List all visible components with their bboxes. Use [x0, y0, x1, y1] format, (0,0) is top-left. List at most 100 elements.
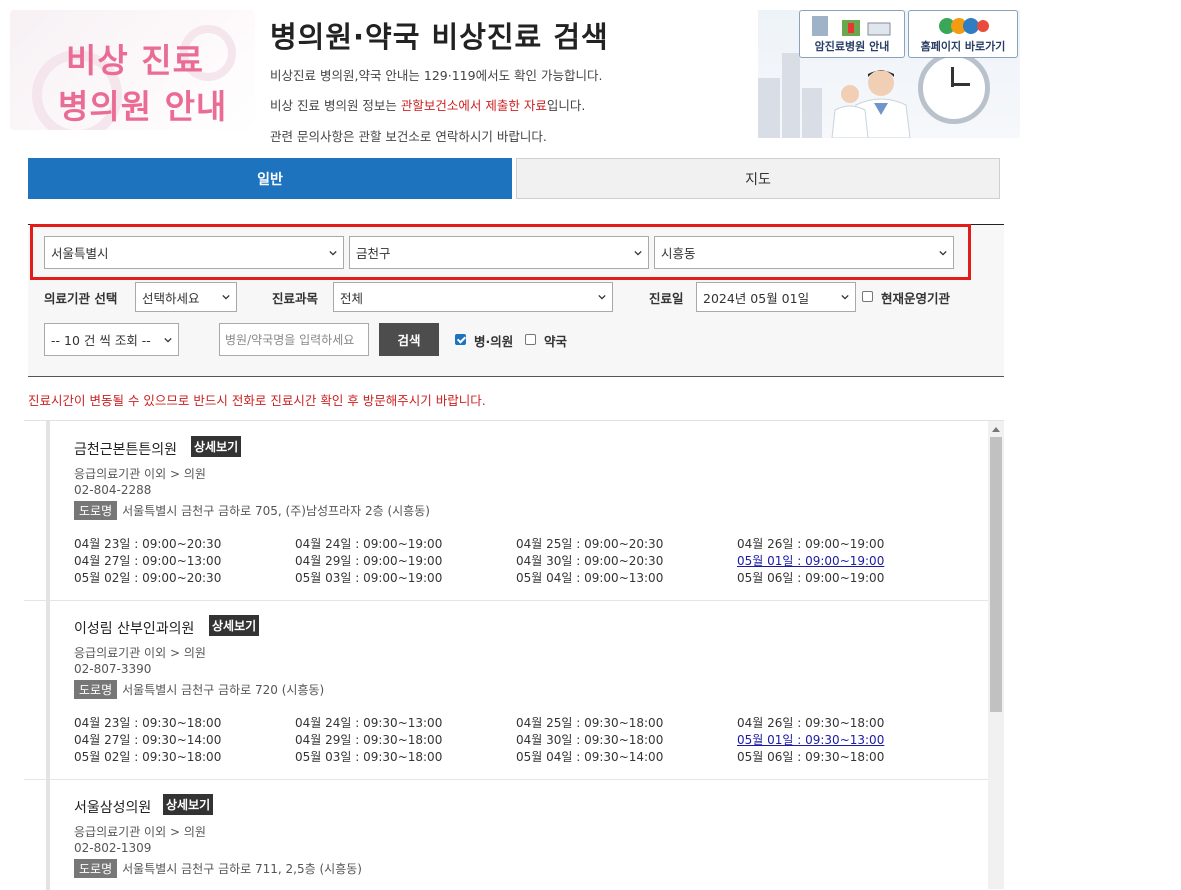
department-value: 전체 — [340, 290, 364, 306]
schedule-item: 05월 02일 : 09:00~20:30 — [74, 571, 222, 585]
scroll-up-button[interactable] — [988, 421, 1004, 437]
scrollbar-thumb[interactable] — [990, 437, 1002, 712]
schedule-item: 04월 30일 : 09:30~18:00 — [516, 733, 664, 747]
caret-up-icon — [992, 427, 1000, 432]
schedule-item: 04월 29일 : 09:00~19:00 — [295, 554, 443, 568]
schedule-item: 05월 04일 : 09:30~14:00 — [516, 750, 664, 764]
hospital-address: 도로명 서울특별시 금천구 금하로 705, (주)남성프라자 2층 (시흥동) — [74, 501, 430, 520]
search-button[interactable]: 검색 — [379, 323, 439, 356]
hospital-name: 이성림 산부인과의원 — [74, 621, 195, 637]
schedule-item: 04월 29일 : 09:30~18:00 — [295, 733, 443, 747]
notice-text: 진료시간이 변동될 수 있으므로 반드시 전화로 진료시간 확인 후 방문해주시… — [28, 393, 486, 408]
schedule-item: 04월 24일 : 09:30~13:00 — [295, 716, 443, 730]
tab-general[interactable]: 일반 — [28, 158, 512, 199]
address-text: 서울특별시 금천구 금하로 711, 2,5층 (시흥동) — [122, 862, 362, 876]
schedule-item: 04월 25일 : 09:00~20:30 — [516, 537, 664, 551]
schedule-item: 04월 26일 : 09:00~19:00 — [737, 537, 885, 551]
chevron-down-icon — [598, 294, 606, 300]
address-text: 서울특별시 금천구 금하로 720 (시흥동) — [122, 683, 325, 697]
hospital-name: 금천근본튼튼의원 — [74, 442, 178, 458]
open-now-checkbox[interactable] — [862, 291, 873, 302]
hospital-phone: 02-807-3390 — [74, 662, 152, 676]
schedule-item: 04월 23일 : 09:30~18:00 — [74, 716, 222, 730]
schedule-item: 05월 04일 : 09:00~13:00 — [516, 571, 664, 585]
tab-map[interactable]: 지도 — [516, 158, 1000, 199]
list-item: 서울삼성의원 상세보기 응급의료기관 이외 > 의원 02-802-1309 도… — [24, 779, 988, 890]
desc2-prefix: 비상 진료 병의원 정보는 — [270, 98, 401, 113]
schedule-item: 04월 25일 : 09:30~18:00 — [516, 716, 664, 730]
date-select[interactable]: 2024년 05월 01일 — [696, 282, 856, 312]
hospital-label: 병·의원 — [474, 334, 514, 349]
schedule-item: 04월 23일 : 09:00~20:30 — [74, 537, 222, 551]
clock-minute-hand — [952, 83, 970, 86]
region-select-highlight — [30, 224, 971, 280]
schedule-item: 05월 06일 : 09:30~18:00 — [737, 750, 885, 764]
hospital-checkbox[interactable] — [455, 334, 466, 345]
doctor-banner: 암진료병원 안내 홈페이지 바로가기 — [758, 10, 1020, 138]
logo-text-line1: 비상 진료 — [66, 41, 204, 80]
result-list: 금천근본튼튼의원 상세보기 응급의료기관 이외 > 의원 02-804-2288… — [24, 420, 1004, 890]
road-badge: 도로명 — [74, 680, 118, 699]
pharmacy-checkbox[interactable] — [525, 334, 536, 345]
schedule-item: 05월 03일 : 09:30~18:00 — [295, 750, 443, 764]
road-badge: 도로명 — [74, 859, 118, 878]
hospital-address: 도로명 서울특별시 금천구 금하로 711, 2,5층 (시흥동) — [74, 859, 362, 878]
hospital-phone: 02-804-2288 — [74, 483, 152, 497]
open-now-label: 현재운영기관 — [881, 291, 951, 306]
building-shape — [802, 88, 822, 138]
hospital-name: 서울삼성의원 — [74, 800, 152, 816]
detail-button[interactable]: 상세보기 — [191, 436, 242, 457]
description-line1: 비상진료 병의원,약국 안내는 129·119에서도 확인 가능합니다. — [270, 68, 603, 83]
hospital-icons — [812, 16, 891, 36]
search-input[interactable]: 병원/약국명을 입력하세요 — [219, 323, 369, 356]
schedule-item: 05월 06일 : 09:00~19:00 — [737, 571, 885, 585]
road-badge: 도로명 — [74, 501, 118, 520]
list-item: 금천근본튼튼의원 상세보기 응급의료기관 이외 > 의원 02-804-2288… — [24, 421, 988, 601]
description-line2: 비상 진료 병의원 정보는 관할보건소에서 제출한 자료입니다. — [270, 95, 585, 114]
schedule-item: 04월 27일 : 09:30~14:00 — [74, 733, 222, 747]
entry-accent-bar — [46, 779, 50, 890]
cancer-hospital-label: 암진료병원 안내 — [814, 40, 890, 53]
hospital-address: 도로명 서울특별시 금천구 금하로 720 (시흥동) — [74, 680, 324, 699]
department-select[interactable]: 전체 — [333, 282, 613, 312]
hospital-type: 응급의료기관 이외 > 의원 — [74, 467, 206, 481]
detail-button[interactable]: 상세보기 — [163, 794, 214, 815]
doctor-illustration — [831, 85, 869, 138]
schedule-item-today[interactable]: 05월 01일 : 09:30~13:00 — [737, 731, 884, 748]
institution-label: 의료기관 선택 — [44, 291, 118, 306]
chevron-down-icon — [222, 294, 230, 300]
date-label: 진료일 — [649, 291, 684, 306]
chevron-down-icon — [164, 337, 172, 343]
address-text: 서울특별시 금천구 금하로 705, (주)남성프라자 2층 (시흥동) — [122, 504, 430, 518]
hospital-phone: 02-802-1309 — [74, 841, 152, 855]
homepage-button[interactable]: 홈페이지 바로가기 — [908, 10, 1018, 58]
detail-button[interactable]: 상세보기 — [209, 615, 260, 636]
institution-select[interactable]: 선택하세요 — [135, 282, 237, 312]
page-size-select[interactable]: -- 10 건 씩 조회 -- — [44, 323, 179, 356]
schedule-item: 04월 27일 : 09:00~13:00 — [74, 554, 222, 568]
entry-accent-bar — [46, 421, 50, 600]
list-item: 이성림 산부인과의원 상세보기 응급의료기관 이외 > 의원 02-807-33… — [24, 600, 988, 780]
logo-text-line2: 병의원 안내 — [58, 87, 228, 126]
desc2-suffix: 입니다. — [546, 98, 586, 113]
pharmacy-label: 약국 — [544, 334, 568, 349]
emergency-logo: 비상 진료 병의원 안내 — [10, 10, 255, 130]
desc2-highlight: 관할보건소에서 제출한 자료 — [400, 98, 547, 113]
schedule-item: 05월 02일 : 09:30~18:00 — [74, 750, 222, 764]
institution-value: 선택하세요 — [142, 290, 200, 306]
department-label: 진료과목 — [272, 291, 319, 306]
schedule-item: 04월 24일 : 09:00~19:00 — [295, 537, 443, 551]
clock-icon — [918, 52, 990, 124]
entry-accent-bar — [46, 600, 50, 779]
description-line3: 관련 문의사항은 관할 보건소로 연락하시기 바랍니다. — [270, 129, 547, 144]
hospital-type: 응급의료기관 이외 > 의원 — [74, 825, 206, 839]
chevron-down-icon — [841, 294, 849, 300]
cancer-hospital-button[interactable]: 암진료병원 안내 — [799, 10, 905, 58]
schedule-item: 04월 26일 : 09:30~18:00 — [737, 716, 885, 730]
schedule-item: 04월 30일 : 09:00~20:30 — [516, 554, 664, 568]
page-title: 병의원·약국 비상진료 검색 — [270, 20, 609, 54]
schedule-item: 05월 03일 : 09:00~19:00 — [295, 571, 443, 585]
hospital-type: 응급의료기관 이외 > 의원 — [74, 646, 206, 660]
schedule-item-today[interactable]: 05월 01일 : 09:00~19:00 — [737, 552, 884, 569]
building-shape — [782, 53, 800, 138]
